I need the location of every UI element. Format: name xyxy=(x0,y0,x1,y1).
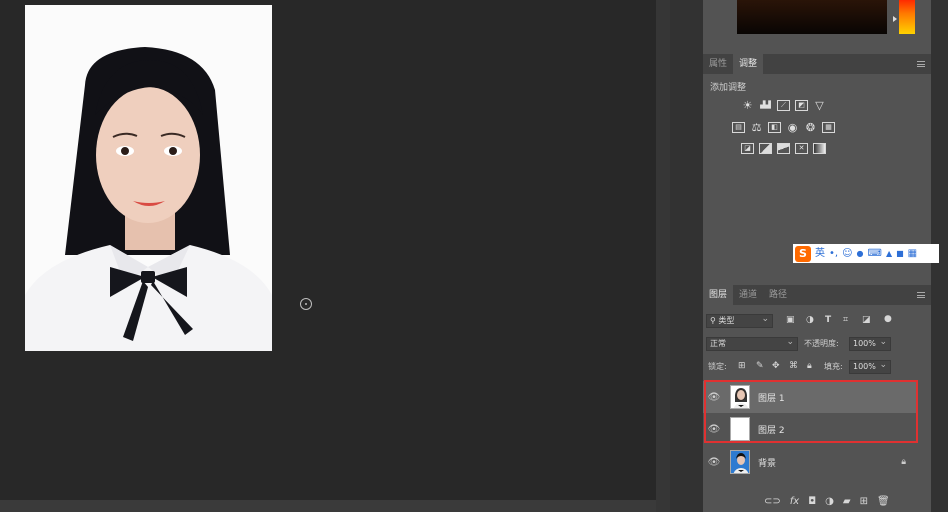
adjustment-icon[interactable]: ◑ xyxy=(825,496,834,507)
lock-all-icon[interactable]: 🔒︎ xyxy=(807,361,812,371)
lock-image-icon[interactable]: ✎ xyxy=(756,361,764,371)
fill-label: 填充: xyxy=(824,362,843,371)
fill-field[interactable]: 100% xyxy=(849,359,891,374)
visibility-eye-icon[interactable]: 👁︎ xyxy=(703,457,725,468)
sogou-logo-icon[interactable]: S xyxy=(795,245,811,262)
tab-properties[interactable]: 属性 xyxy=(703,54,733,74)
layers-bottom-toolbar: ⊂⊃ fx ◘ ◑ ▰ ⊞ 🗑︎ xyxy=(764,496,890,507)
brightness-contrast-icon[interactable]: ☀ xyxy=(741,100,754,111)
trash-icon[interactable]: 🗑︎ xyxy=(877,496,890,507)
emoji-icon[interactable]: ☺ xyxy=(842,244,852,263)
lock-artboard-icon[interactable]: ⌘ xyxy=(789,361,798,371)
layer-row-background[interactable]: 👁︎ 背景 🔒︎ xyxy=(703,446,916,478)
filter-shape-icon[interactable]: ⌗ xyxy=(843,315,848,325)
hue-slider[interactable] xyxy=(899,0,915,34)
gradient-map-icon[interactable] xyxy=(813,143,826,154)
crosshair-cursor-icon xyxy=(300,298,312,310)
opacity-label: 不透明度: xyxy=(804,339,839,348)
mask-icon[interactable]: ◘ xyxy=(808,496,816,507)
color-lookup-icon[interactable]: ▦ xyxy=(822,122,835,133)
vertical-scrollbar[interactable] xyxy=(656,0,670,512)
filter-type-icon[interactable]: T xyxy=(825,315,831,325)
layers-menu-icon[interactable] xyxy=(917,292,925,298)
tools-icon[interactable]: ■ xyxy=(896,244,904,263)
color-picker-field[interactable] xyxy=(737,0,887,34)
filter-pixel-icon[interactable]: ▣ xyxy=(786,315,795,325)
selection-highlight-box xyxy=(704,380,918,443)
adjustment-icons-row-3: ◪ ✕ xyxy=(741,143,826,154)
color-balance-icon[interactable]: ⚖ xyxy=(750,122,763,133)
folder-icon[interactable]: ▰ xyxy=(843,496,851,507)
curves-icon[interactable]: ⟋ xyxy=(777,100,790,111)
layers-tabbar: 图层 通道 路径 xyxy=(703,285,931,305)
grid-menu-icon[interactable]: ▦ xyxy=(908,244,917,263)
levels-icon[interactable]: ▟▟ xyxy=(759,100,772,111)
lock-position-icon[interactable]: ✥ xyxy=(772,361,780,371)
blend-mode-select[interactable]: 正常 xyxy=(706,336,798,351)
filter-toggle-icon[interactable]: ● xyxy=(884,314,892,324)
microphone-icon[interactable]: ● xyxy=(857,244,864,263)
hue-slider-marker-icon[interactable] xyxy=(893,16,897,22)
lock-label: 锁定: xyxy=(708,362,727,371)
posterize-icon[interactable] xyxy=(759,143,772,154)
layer-name[interactable]: 背景 xyxy=(758,456,776,469)
tab-adjustments[interactable]: 调整 xyxy=(733,54,764,74)
layer-filter-value: 类型 xyxy=(718,316,735,325)
photo-filter-icon[interactable]: ◉ xyxy=(786,122,799,133)
tab-channels[interactable]: 通道 xyxy=(733,285,763,305)
filter-adjustment-icon[interactable]: ◑ xyxy=(806,315,814,325)
lock-transparent-icon[interactable]: ⊞ xyxy=(738,361,746,371)
exposure-icon[interactable]: ◩ xyxy=(795,100,808,111)
tab-paths[interactable]: 路径 xyxy=(763,285,793,305)
filter-smartobject-icon[interactable]: ◪ xyxy=(862,315,871,325)
adjustments-tabbar: 属性 调整 xyxy=(703,54,931,74)
ime-mode-label[interactable]: 英 xyxy=(815,244,825,263)
adjustment-icons-row-2: ▤ ⚖ ◧ ◉ ❂ ▦ xyxy=(732,122,835,133)
horizontal-scrollbar[interactable] xyxy=(0,500,656,512)
tab-layers[interactable]: 图层 xyxy=(703,285,734,305)
skin-icon[interactable]: ▲ xyxy=(886,244,892,263)
selective-color-icon[interactable]: ✕ xyxy=(795,143,808,154)
black-white-icon[interactable]: ◧ xyxy=(768,122,781,133)
threshold-icon[interactable] xyxy=(777,143,790,154)
adjustment-icons-row-1: ☀ ▟▟ ⟋ ◩ ▽ xyxy=(741,100,826,111)
opacity-field[interactable]: 100% xyxy=(849,336,891,351)
add-adjustment-label: 添加调整 xyxy=(710,83,747,93)
lock-icon: 🔒︎ xyxy=(901,457,906,467)
new-layer-icon[interactable]: ⊞ xyxy=(860,496,868,507)
hue-saturation-icon[interactable]: ▤ xyxy=(732,122,745,133)
panel-menu-icon[interactable] xyxy=(917,61,925,67)
invert-icon[interactable]: ◪ xyxy=(741,143,754,154)
layer-filter-select[interactable]: ⚲ 类型 xyxy=(706,313,773,328)
layer-thumbnail-background xyxy=(730,450,750,474)
vibrance-icon[interactable]: ▽ xyxy=(813,100,826,111)
channel-mixer-icon[interactable]: ❂ xyxy=(804,122,817,133)
punctuation-icon[interactable]: •, xyxy=(829,244,838,263)
ime-toolbar[interactable]: S 英 •, ☺ ● ⌨ ▲ ■ ▦ xyxy=(793,244,939,263)
portrait-image xyxy=(25,5,272,351)
link-icon[interactable]: ⊂⊃ xyxy=(764,496,781,507)
keyboard-icon[interactable]: ⌨ xyxy=(868,244,882,263)
fx-icon[interactable]: fx xyxy=(790,496,799,507)
